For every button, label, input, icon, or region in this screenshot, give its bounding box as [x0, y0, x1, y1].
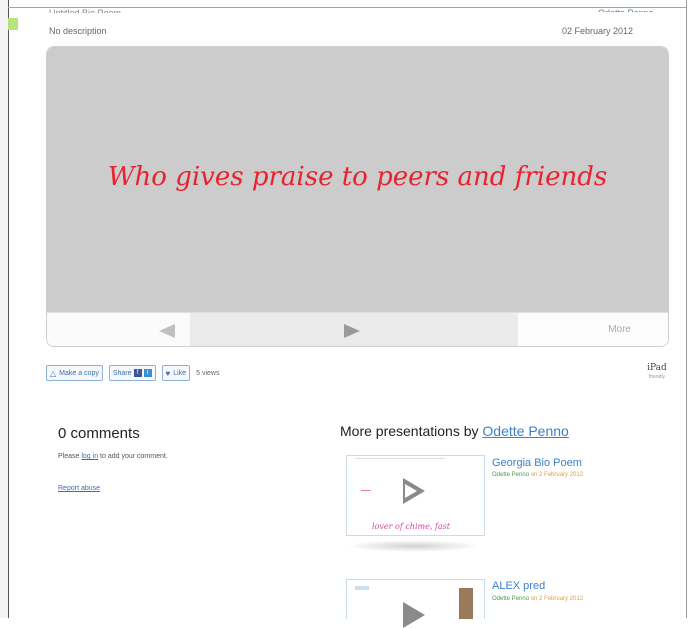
comments-please: Please: [58, 453, 80, 460]
make-copy-label: Make a copy: [59, 369, 99, 377]
ipad-label: iPad: [647, 363, 667, 373]
publish-date: 02 February 2012: [562, 26, 634, 36]
prev-slide-button[interactable]: [47, 313, 190, 346]
view-count: 5 views: [196, 369, 220, 377]
presentation-meta: Odette Penno on 2 February 2012: [492, 472, 583, 478]
next-slide-button[interactable]: [190, 313, 518, 346]
presentation-author[interactable]: Odette Penno: [492, 596, 529, 602]
thumb-rule: [355, 458, 445, 459]
ipad-sub-label: friendly: [648, 374, 666, 380]
thumb-image: [459, 588, 473, 619]
slide-text: Who gives praise to peers and friends: [107, 162, 608, 192]
right-frame-edge: [686, 0, 687, 618]
action-bar: △ Make a copy Share f t ♥ Like 5 views: [46, 365, 219, 381]
left-frame-edge: [0, 0, 9, 618]
presentation-author[interactable]: Odette Penno: [492, 472, 529, 478]
report-abuse-link[interactable]: Report abuse: [58, 485, 100, 492]
slide-controls: More: [47, 312, 668, 346]
presentation-date: on 2 February 2012: [530, 472, 584, 478]
play-icon-inner: [405, 484, 417, 498]
presentation-meta: Odette Penno on 2 February 2012: [492, 596, 583, 602]
like-button[interactable]: ♥ Like: [161, 365, 191, 381]
triangle-right-icon: [344, 324, 360, 338]
presentation-viewer: Who gives praise to peers and friends Mo…: [46, 46, 669, 347]
presentation-title-link[interactable]: ALEX pred: [492, 580, 545, 592]
presentation-thumbnail[interactable]: lover of chime, fast: [346, 455, 485, 536]
more-presentations-heading: More presentations by Odette Penno: [340, 423, 569, 439]
thumbnail-shadow: [346, 540, 480, 552]
slide-canvas[interactable]: Who gives praise to peers and friends: [47, 47, 668, 312]
comments-add-text: to add your comment.: [100, 453, 168, 460]
twitter-icon: t: [143, 369, 152, 377]
comments-login-prompt: Please log in to add your comment.: [58, 453, 168, 460]
presentation-title-cut: Untitled Bio Poem: [49, 8, 122, 13]
more-button[interactable]: More: [518, 313, 668, 346]
more-presentations-label: More presentations by: [340, 423, 479, 439]
thumb-mark: [361, 490, 371, 491]
ipad-friendly-badge: iPad friendly: [645, 364, 669, 382]
share-button[interactable]: Share f t: [108, 365, 156, 381]
green-marker: [8, 18, 18, 30]
presentation-date: on 2 February 2012: [530, 596, 584, 602]
thumb-strip: [355, 586, 369, 590]
heart-icon: ♥: [165, 368, 171, 378]
make-copy-button[interactable]: △ Make a copy: [46, 365, 103, 381]
like-label: Like: [173, 369, 187, 377]
thumb-caption: lover of chime, fast: [372, 522, 450, 531]
comments-heading: 0 comments: [58, 425, 140, 442]
login-link[interactable]: log in: [81, 453, 98, 460]
more-label: More: [608, 324, 631, 335]
presentation-title-link[interactable]: Georgia Bio Poem: [492, 457, 582, 469]
author-link[interactable]: Odette Penno: [482, 423, 568, 439]
author-link-cut[interactable]: Odette Penno: [598, 8, 658, 12]
description-text: No description: [49, 26, 107, 36]
play-icon: [403, 602, 425, 628]
presentation-thumbnail[interactable]: [346, 579, 485, 628]
share-label: Share: [112, 369, 132, 377]
triangle-left-icon: [159, 324, 175, 338]
copy-icon: △: [50, 368, 57, 378]
facebook-icon: f: [133, 369, 142, 377]
